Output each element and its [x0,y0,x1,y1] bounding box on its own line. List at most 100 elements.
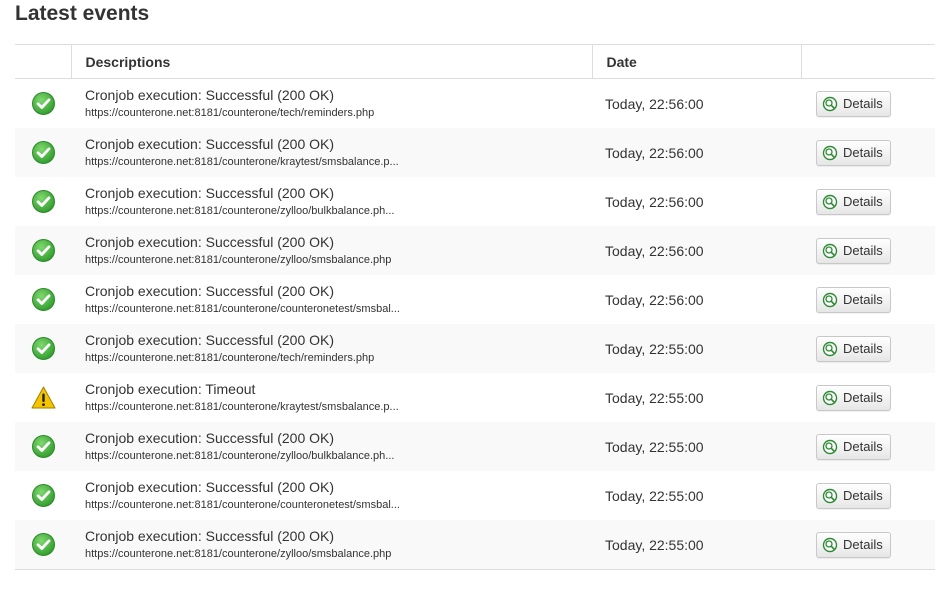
status-cell [15,471,71,520]
table-row: Cronjob execution: Successful (200 OK) h… [15,177,935,226]
table-row: Cronjob execution: Successful (200 OK) h… [15,275,935,324]
status-cell [15,177,71,226]
status-cell [15,78,71,128]
header-actions [800,44,935,79]
details-button[interactable]: Details [816,237,891,264]
event-date: Today, 22:56:00 [592,177,801,226]
table-row: Cronjob execution: Successful (200 OK) h… [15,128,935,177]
event-date: Today, 22:55:00 [592,422,801,471]
event-url: https://counterone.net:8181/counterone/z… [85,254,392,266]
event-title: Cronjob execution: Successful (200 OK) [85,283,335,299]
details-button[interactable]: Details [816,531,891,558]
table-header-row: Descriptions Date [15,44,935,79]
action-cell: Details [801,128,935,177]
action-cell: Details [801,373,935,422]
page-title: Latest events [15,2,150,25]
table-row: Cronjob execution: Successful (200 OK) h… [15,324,935,373]
event-url: https://counterone.net:8181/counterone/c… [85,303,400,315]
success-icon [31,189,56,214]
table-row: Cronjob execution: Successful (200 OK) h… [15,471,935,520]
success-icon [31,483,56,508]
status-cell [15,520,71,570]
event-url: https://counterone.net:8181/counterone/c… [85,499,400,511]
details-button-label: Details [843,96,883,111]
details-button-label: Details [843,390,883,405]
description-cell: Cronjob execution: Successful (200 OK) h… [71,78,592,128]
table-row: Cronjob execution: Successful (200 OK) h… [15,226,935,275]
magnifier-icon [822,537,838,553]
event-url: https://counterone.net:8181/counterone/z… [85,205,395,217]
details-button[interactable]: Details [816,482,891,509]
status-cell [15,275,71,324]
event-date: Today, 22:56:00 [592,78,801,128]
table-row: Cronjob execution: Successful (200 OK) h… [15,78,935,128]
description-cell: Cronjob execution: Successful (200 OK) h… [71,275,592,324]
event-title: Cronjob execution: Successful (200 OK) [85,234,335,250]
event-date: Today, 22:55:00 [592,471,801,520]
event-url: https://counterone.net:8181/counterone/z… [85,450,395,462]
details-button[interactable]: Details [816,335,891,362]
header-descriptions[interactable]: Descriptions [70,44,592,79]
event-title: Cronjob execution: Successful (200 OK) [85,479,335,495]
action-cell: Details [801,78,935,128]
magnifier-icon [822,488,838,504]
event-title: Cronjob execution: Successful (200 OK) [85,185,335,201]
success-icon [31,336,56,361]
description-cell: Cronjob execution: Successful (200 OK) h… [71,324,592,373]
details-button-label: Details [843,341,883,356]
events-table-body: Cronjob execution: Successful (200 OK) h… [15,78,935,570]
magnifier-icon [822,439,838,455]
details-button[interactable]: Details [816,188,891,215]
magnifier-icon [822,194,838,210]
action-cell: Details [801,226,935,275]
status-cell [15,226,71,275]
details-button[interactable]: Details [816,139,891,166]
description-cell: Cronjob execution: Timeout https://count… [71,373,592,422]
success-icon [31,287,56,312]
description-cell: Cronjob execution: Successful (200 OK) h… [71,520,592,570]
event-date: Today, 22:55:00 [592,324,801,373]
details-button[interactable]: Details [816,384,891,411]
description-cell: Cronjob execution: Successful (200 OK) h… [71,226,592,275]
details-button[interactable]: Details [816,286,891,313]
details-button-label: Details [843,292,883,307]
action-cell: Details [801,422,935,471]
magnifier-icon [822,341,838,357]
action-cell: Details [801,177,935,226]
success-icon [31,140,56,165]
event-title: Cronjob execution: Successful (200 OK) [85,87,335,103]
status-cell [15,373,71,422]
event-title: Cronjob execution: Successful (200 OK) [85,136,335,152]
details-button-label: Details [843,194,883,209]
event-url: https://counterone.net:8181/counterone/t… [85,352,375,364]
event-date: Today, 22:55:00 [592,373,801,422]
magnifier-icon [822,243,838,259]
description-cell: Cronjob execution: Successful (200 OK) h… [71,422,592,471]
details-button[interactable]: Details [816,90,891,117]
event-title: Cronjob execution: Successful (200 OK) [85,430,335,446]
status-cell [15,128,71,177]
header-status [15,44,71,79]
magnifier-icon [822,145,838,161]
event-url: https://counterone.net:8181/counterone/z… [85,548,392,560]
header-date[interactable]: Date [591,44,801,79]
table-row: Cronjob execution: Successful (200 OK) h… [15,422,935,471]
description-cell: Cronjob execution: Successful (200 OK) h… [71,471,592,520]
event-url: https://counterone.net:8181/counterone/t… [85,107,375,119]
action-cell: Details [801,324,935,373]
success-icon [31,532,56,557]
table-row: Cronjob execution: Timeout https://count… [15,373,935,422]
success-icon [31,238,56,263]
event-date: Today, 22:56:00 [592,275,801,324]
action-cell: Details [801,471,935,520]
details-button[interactable]: Details [816,433,891,460]
event-url: https://counterone.net:8181/counterone/k… [85,401,399,413]
details-button-label: Details [843,537,883,552]
event-title: Cronjob execution: Timeout [85,381,256,397]
status-cell [15,422,71,471]
success-icon [31,434,56,459]
details-button-label: Details [843,243,883,258]
status-cell [15,324,71,373]
events-table: Descriptions Date Cronjob execution: Suc… [15,44,935,570]
description-cell: Cronjob execution: Successful (200 OK) h… [71,177,592,226]
